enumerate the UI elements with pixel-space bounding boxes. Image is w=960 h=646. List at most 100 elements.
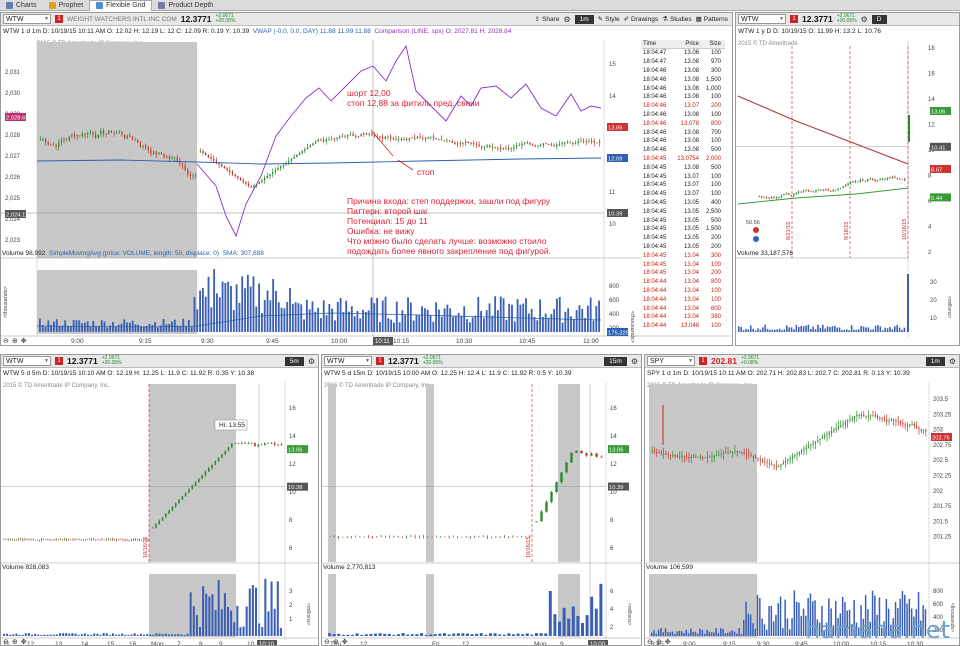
volume-bar: [364, 311, 367, 332]
daily-candle: [832, 190, 834, 192]
share-button[interactable]: ⇪ Share: [535, 15, 560, 24]
share-label: Share: [542, 15, 560, 23]
offhours-shade-volume: [149, 574, 236, 637]
pan-icon[interactable]: ✥: [21, 638, 27, 645]
pan-icon[interactable]: ✥: [21, 337, 27, 345]
zoom-out-icon[interactable]: ⊖: [647, 638, 653, 645]
tab-product-depth[interactable]: Product Depth: [152, 0, 219, 11]
zoom-in-icon[interactable]: ⊕: [12, 337, 18, 345]
axis-label: 203.5: [933, 397, 949, 403]
candle-candle: [794, 455, 796, 457]
session-candle: [521, 143, 523, 146]
chevron-down-icon: ▼: [688, 358, 693, 364]
prev-tag: 10.38: [288, 485, 303, 491]
price-change: +2.0671 +20.05%: [423, 356, 443, 366]
tab-flexible-grid[interactable]: Flexible Grid: [89, 0, 153, 11]
main-price-chart[interactable]: 2,0312,0302,0292,0282,0272,0262,0252,024…: [1, 26, 732, 346]
symbol-input[interactable]: SPY ▼: [647, 356, 695, 366]
volume-bar: [58, 326, 61, 332]
volume-bar: [750, 325, 752, 332]
volume-bar: [255, 306, 258, 332]
premarket-candle: [92, 131, 94, 135]
trade-price: 13.08: [683, 164, 699, 171]
daily-candle: [805, 190, 807, 192]
timeframe-button[interactable]: 1m: [574, 14, 594, 24]
volume-bar: [12, 634, 15, 636]
session-candle: [205, 153, 207, 155]
session-candle: [406, 139, 408, 140]
volume-bar: [471, 317, 474, 332]
price-change: +2.0671 +20.05%: [837, 14, 857, 24]
trade-size: 500: [710, 217, 721, 224]
alert-icon[interactable]: 1: [699, 357, 707, 365]
tab-prophet[interactable]: Prophet: [43, 0, 90, 11]
axis-label: 14: [610, 434, 617, 440]
alert-icon[interactable]: 1: [376, 357, 384, 365]
patterns-button[interactable]: ▦ Patterns: [696, 15, 728, 24]
gear-icon[interactable]: ⚙: [308, 357, 315, 366]
drawings-button[interactable]: ✐ Drawings: [624, 15, 659, 24]
daily-price-chart[interactable]: 181614121086428/21/15 9/18/15 10/16/1513.0…: [736, 26, 959, 346]
zoom-in-icon[interactable]: ⊕: [12, 638, 18, 645]
studies-button[interactable]: ⚗ Studies: [662, 15, 692, 24]
candle-candle: [270, 443, 273, 444]
volume-bar: [576, 615, 580, 636]
session-candle: [381, 136, 384, 139]
daily-candle: [889, 177, 891, 179]
offhours-shade: [328, 384, 336, 562]
volume-bar: [477, 297, 480, 332]
gear-icon[interactable]: ⚙: [631, 357, 638, 366]
symbol-input[interactable]: WTW ▼: [3, 356, 51, 366]
volume-bar: [238, 302, 241, 332]
trade-time: 18:04:44: [643, 279, 667, 286]
zoom-out-icon[interactable]: ⊖: [324, 638, 330, 645]
timeframe-button[interactable]: D: [871, 14, 887, 24]
alert-icon[interactable]: 1: [790, 15, 798, 23]
pan-icon[interactable]: ✥: [342, 638, 348, 645]
alert-icon[interactable]: 1: [55, 357, 63, 365]
candle-candle: [874, 415, 876, 417]
symbol-input[interactable]: WTW ▼: [324, 356, 372, 366]
drawings-label: Drawings: [631, 15, 659, 23]
timeframe-button[interactable]: 5m: [284, 356, 304, 366]
gear-icon[interactable]: ⚙: [563, 15, 570, 24]
volume-bar: [429, 634, 433, 636]
candle-candle: [750, 455, 752, 457]
flat-candle-candle: [478, 536, 480, 538]
price-chart-5m[interactable]: 161412108610/16/1510.3813.06321 <millions…: [1, 368, 318, 646]
trade-price: 13.07: [683, 182, 699, 189]
price-chart-15m[interactable]: 161412108610/16/1510.3913.06642<millions…: [322, 368, 641, 646]
volume-bar: [127, 634, 130, 636]
zoom-in-icon[interactable]: ⊕: [656, 638, 662, 645]
spy-price-chart[interactable]: 203.5 203.25 203 202.75 202.5 202.25 202 201.75…: [645, 368, 959, 646]
volume-bar: [261, 626, 264, 636]
flat-candle-candle: [97, 539, 99, 541]
premarket-candle: [142, 145, 144, 147]
candle-candle: [669, 454, 672, 456]
volume-bar: [795, 324, 798, 332]
candle-candle: [743, 452, 745, 454]
timeframe-button[interactable]: 1m: [925, 356, 945, 366]
alert-icon[interactable]: 1: [55, 15, 63, 23]
annotation-short-line1: шорт 12,00: [347, 88, 391, 98]
volume-bar: [108, 634, 111, 636]
symbol-input[interactable]: WTW ▼: [3, 14, 51, 24]
gear-icon[interactable]: ⚙: [861, 15, 868, 24]
timeframe-button[interactable]: 15m: [604, 356, 627, 366]
trade-size: 500: [710, 164, 721, 171]
pan-icon[interactable]: ✥: [665, 638, 671, 645]
gear-icon[interactable]: ⚙: [949, 357, 956, 366]
trade-price: 13.078: [680, 120, 699, 127]
symbol-input[interactable]: WTW ▼: [738, 14, 786, 24]
flat-candle-candle: [389, 536, 391, 538]
time-axis-label: 9:30: [757, 641, 770, 646]
zoom-in-icon[interactable]: ⊕: [333, 638, 339, 645]
volume-spike-bar: [907, 274, 909, 332]
zoom-out-icon[interactable]: ⊖: [3, 337, 9, 345]
flat-candle-candle: [49, 539, 51, 541]
tab-charts[interactable]: Charts: [0, 0, 43, 11]
candle-candle: [713, 456, 715, 457]
zoom-out-icon[interactable]: ⊖: [3, 638, 9, 645]
style-button[interactable]: ✎ Style: [598, 15, 620, 24]
volume-bar: [164, 633, 167, 636]
